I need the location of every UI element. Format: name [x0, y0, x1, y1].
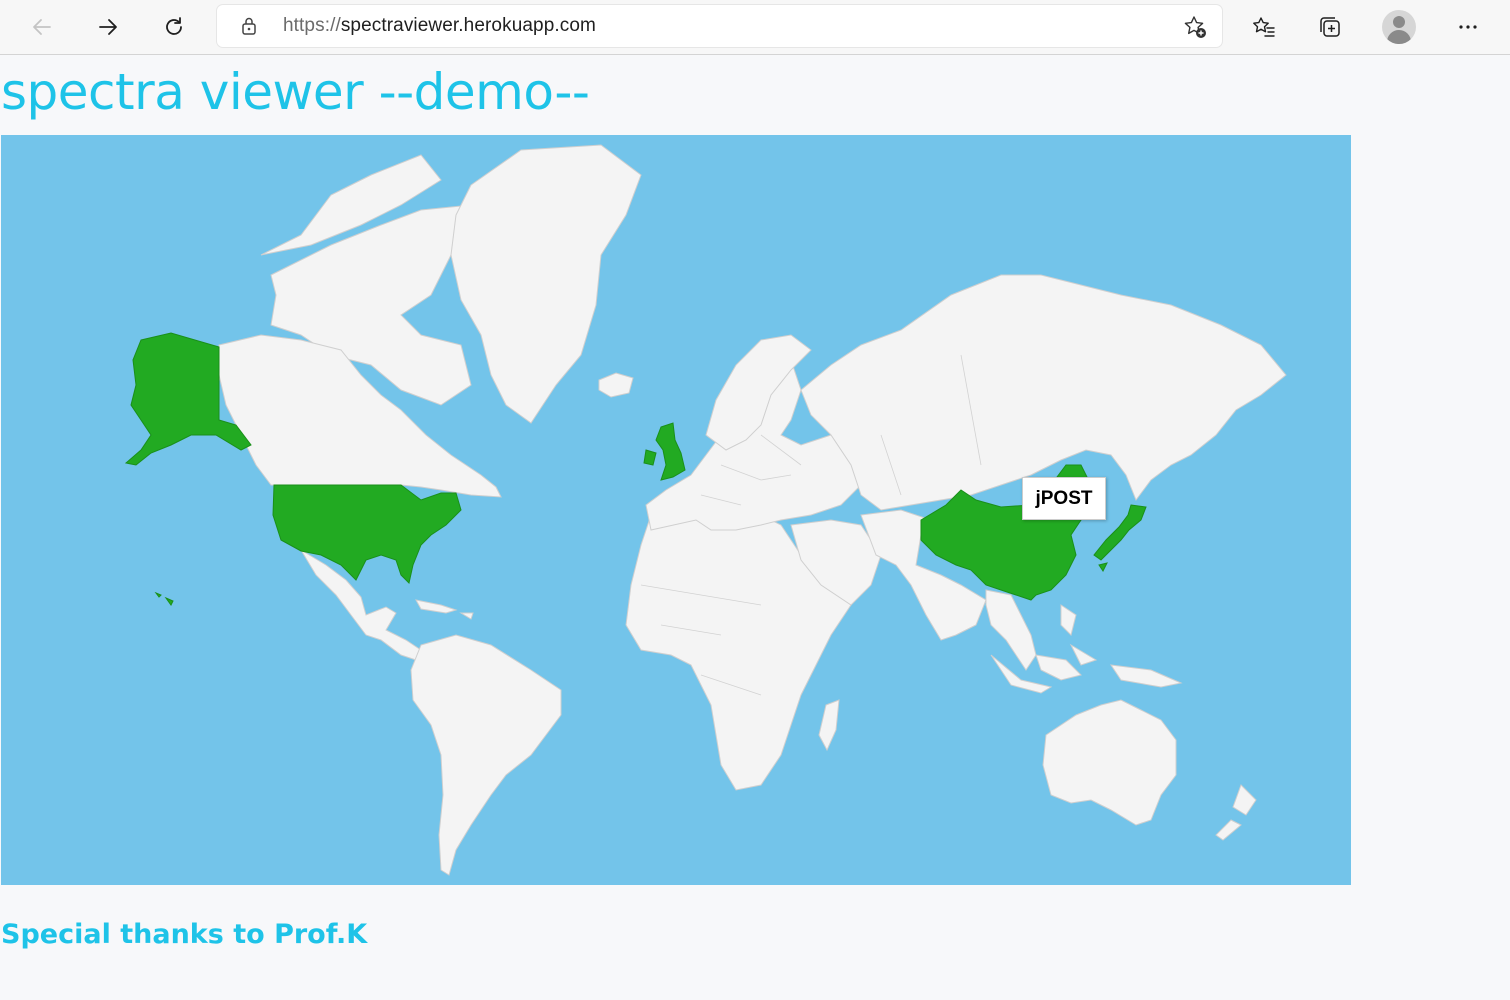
iceland[interactable]	[598, 372, 634, 398]
united-kingdom-highlight[interactable]	[643, 422, 686, 481]
world-map[interactable]: jPOST	[1, 135, 1351, 885]
address-bar[interactable]: https://spectraviewer.herokuapp.com	[217, 5, 1222, 47]
south-america[interactable]	[410, 634, 562, 876]
collections-icon	[1320, 17, 1340, 37]
lock-icon[interactable]	[239, 16, 259, 36]
arrow-left-icon	[33, 19, 51, 35]
refresh-button[interactable]	[155, 8, 193, 46]
browser-toolbar: https://spectraviewer.herokuapp.com	[0, 0, 1510, 55]
more-icon	[1459, 25, 1477, 29]
back-button[interactable]	[23, 8, 61, 46]
forward-button[interactable]	[89, 8, 127, 46]
hawaii-highlight[interactable]	[154, 591, 174, 606]
url-text[interactable]: https://spectraviewer.herokuapp.com	[283, 15, 596, 37]
caribbean[interactable]	[415, 599, 474, 620]
australia[interactable]	[1042, 699, 1177, 826]
url-protocol: https://	[283, 15, 341, 36]
refresh-icon	[166, 17, 182, 35]
world-map-svg	[124, 144, 1287, 876]
asia[interactable]	[800, 274, 1287, 511]
url-host: spectraviewer.herokuapp.com	[340, 15, 596, 36]
arrow-right-icon	[99, 19, 117, 35]
usa-highlight[interactable]	[272, 484, 462, 584]
special-thanks-text: Special thanks to Prof.K	[1, 919, 368, 950]
favorites-button[interactable]	[1245, 8, 1283, 46]
map-tooltip: jPOST	[1022, 477, 1106, 520]
profile-avatar[interactable]	[1382, 10, 1416, 44]
page-title: spectra viewer --demo--	[1, 63, 590, 121]
collections-button[interactable]	[1311, 8, 1349, 46]
more-menu-button[interactable]	[1449, 8, 1487, 46]
favorites-list-icon	[1253, 17, 1275, 37]
madagascar[interactable]	[818, 699, 840, 752]
new-zealand[interactable]	[1215, 784, 1257, 841]
star-plus-icon[interactable]	[1182, 14, 1208, 40]
